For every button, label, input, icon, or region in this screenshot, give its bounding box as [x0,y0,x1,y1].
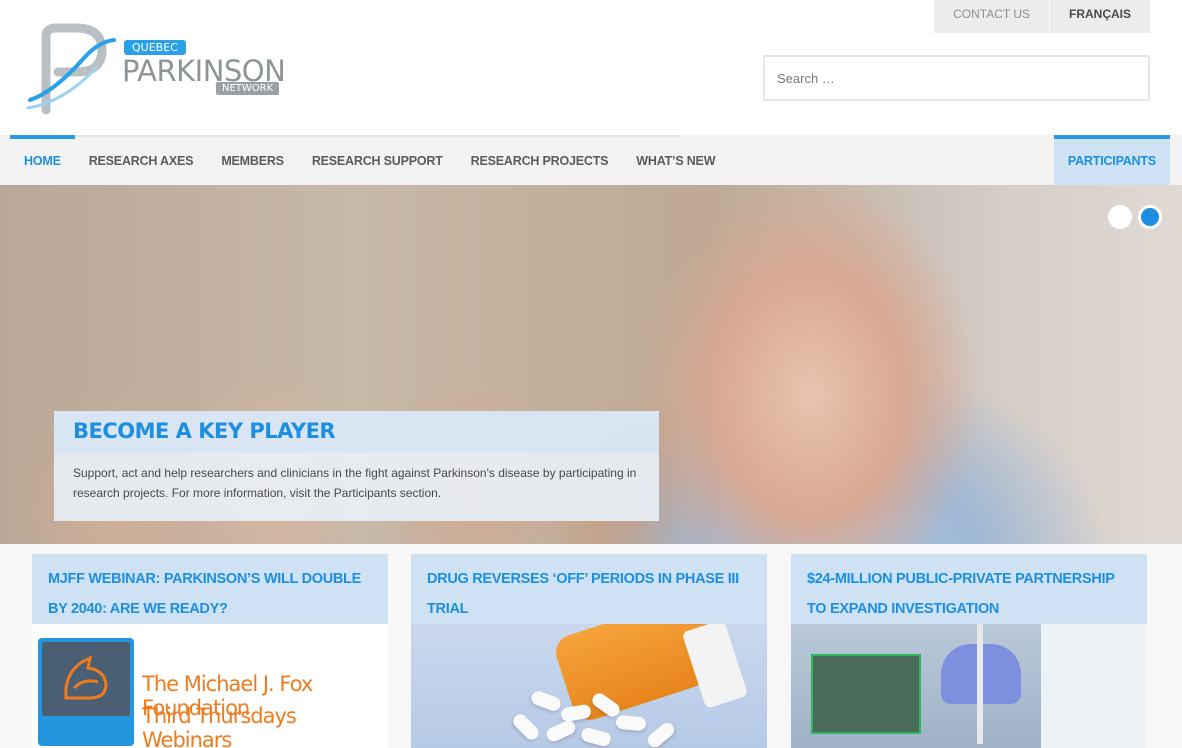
contact-us-link[interactable]: CONTACT US [934,0,1050,33]
site-logo[interactable]: QUEBEC PARKINSON NETWORK [24,22,294,118]
slider-dot-1[interactable] [1108,205,1132,229]
news-card: $24-MILLION PUBLIC-PRIVATE PARTNERSHIP T… [791,554,1147,748]
news-card-header: MJFF WEBINAR: PARKINSON’S WILL DOUBLE BY… [32,554,388,624]
pill [529,689,563,713]
pill [615,714,647,732]
slider-dot-2[interactable] [1138,205,1162,229]
nav-item-research-projects[interactable]: RESEARCH PROJECTS [457,135,623,185]
lab-coat [1041,624,1147,748]
news-card-image[interactable] [791,624,1147,748]
monitor-icon [38,638,134,746]
language-switch-link[interactable]: FRANÇAIS [1050,0,1150,33]
hero-caption: BECOME A KEY PLAYER Support, act and hel… [54,411,659,521]
search-input[interactable] [765,57,1148,99]
news-card-title[interactable]: DRUG REVERSES ‘OFF’ PERIODS IN PHASE III… [427,571,739,617]
hero-slider: BECOME A KEY PLAYER Support, act and hel… [0,185,1182,544]
nav-item-research-support[interactable]: RESEARCH SUPPORT [298,135,457,185]
news-card-title[interactable]: $24-MILLION PUBLIC-PRIVATE PARTNERSHIP T… [807,571,1115,617]
lab-equipment [811,654,921,734]
nav-item-home[interactable]: HOME [10,135,75,185]
pill [510,711,542,743]
news-card-image[interactable] [411,624,767,748]
utility-bar: CONTACT US FRANÇAIS [934,0,1150,33]
bottle-cap [681,624,749,709]
nav-item-research-axes[interactable]: RESEARCH AXES [75,135,208,185]
mjff-image-text-2: Third Thursdays Webinars [142,704,297,748]
search-box [763,55,1150,101]
hero-text: Support, act and help researchers and cl… [73,466,637,500]
news-card: MJFF WEBINAR: PARKINSON’S WILL DOUBLE BY… [32,554,388,748]
news-card-header: DRUG REVERSES ‘OFF’ PERIODS IN PHASE III… [411,554,767,624]
slider-pagination [1108,205,1162,229]
news-card-header: $24-MILLION PUBLIC-PRIVATE PARTNERSHIP T… [791,554,1147,624]
news-card-image[interactable]: The Michael J. Fox Foundation Third Thur… [32,624,388,748]
logo-quebec-badge: QUEBEC [124,40,186,55]
news-card-title[interactable]: MJFF WEBINAR: PARKINSON’S WILL DOUBLE BY… [48,571,361,617]
logo-network-badge: NETWORK [216,82,280,95]
hero-caption-header: BECOME A KEY PLAYER [54,411,659,453]
parkinson-p-logo-icon [26,23,116,115]
nav-item-participants[interactable]: PARTICIPANTS [1053,135,1171,185]
fox-logo-icon [64,655,108,700]
main-nav: HOME RESEARCH AXES MEMBERS RESEARCH SUPP… [10,135,729,185]
nav-item-whats-new[interactable]: WHAT’S NEW [622,135,729,185]
nav-item-members[interactable]: MEMBERS [207,135,298,185]
news-card: DRUG REVERSES ‘OFF’ PERIODS IN PHASE III… [411,554,767,748]
pill [544,718,578,744]
pill [579,726,613,748]
pipette [977,624,983,744]
hero-title[interactable]: BECOME A KEY PLAYER [73,419,640,443]
pill [645,719,677,748]
